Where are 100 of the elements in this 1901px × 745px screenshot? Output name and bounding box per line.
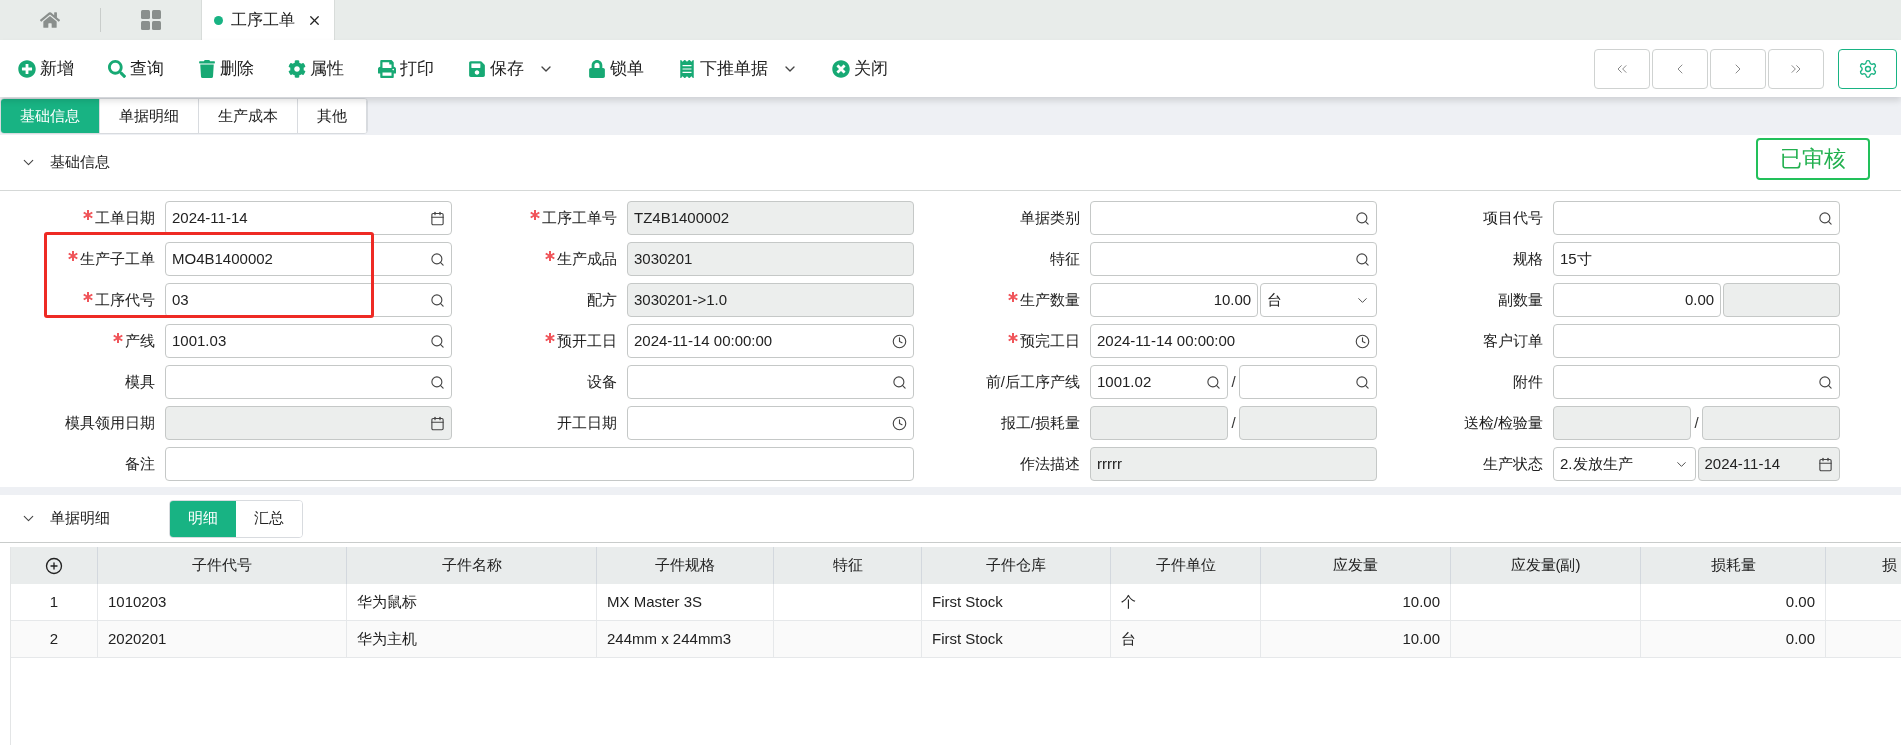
lookup-field[interactable]: 1001.03 xyxy=(165,324,452,358)
column-header: 特征 xyxy=(832,555,863,576)
lookup-field[interactable] xyxy=(627,365,914,399)
field-label: 工序工单号 xyxy=(542,207,617,228)
toolbar-button[interactable]: 下推单据 xyxy=(678,50,798,87)
select-field[interactable]: 2.发放生产 xyxy=(1553,447,1696,481)
toolbar-button[interactable]: 属性 xyxy=(288,50,344,87)
required-icon xyxy=(1008,333,1018,343)
next-button[interactable] xyxy=(1710,48,1766,89)
field-label: 生产子工单 xyxy=(80,248,155,269)
lookup-field[interactable]: 03 xyxy=(165,283,452,317)
field-label: 前/后工序产线 xyxy=(985,371,1080,392)
datetime-field[interactable] xyxy=(627,406,914,440)
clock-icon xyxy=(892,333,907,349)
search-icon xyxy=(1355,374,1370,390)
required-icon xyxy=(545,333,555,343)
lookup-field[interactable] xyxy=(1090,242,1377,276)
column-header: 子件单位 xyxy=(1155,555,1216,576)
printer-icon xyxy=(378,59,396,78)
number-field[interactable]: 10.00 xyxy=(1090,283,1259,317)
section-title: 单据明细 xyxy=(50,508,110,529)
tab[interactable]: 其他 xyxy=(298,99,367,133)
toolbar-button[interactable]: 查询 xyxy=(108,50,164,87)
field-label: 备注 xyxy=(125,453,155,474)
separator-text: / xyxy=(1230,412,1237,433)
tab[interactable]: 生产成本 xyxy=(199,99,298,133)
field-label: 作法描述 xyxy=(1020,453,1080,474)
document-icon xyxy=(678,59,696,78)
table-cell-text: 台 xyxy=(1121,628,1136,649)
lookup-field[interactable]: 1001.02 xyxy=(1090,365,1229,399)
field-label: 设备 xyxy=(587,371,617,392)
tab[interactable]: 单据明细 xyxy=(100,99,199,133)
table-cell-text: 华为鼠标 xyxy=(357,591,417,612)
close-icon xyxy=(832,59,850,78)
lookup-field[interactable] xyxy=(165,365,452,399)
field-label: 报工/损耗量 xyxy=(1000,412,1080,433)
search-icon xyxy=(430,333,445,349)
table-cell-text: 10.00 xyxy=(1402,628,1440,649)
required-icon xyxy=(530,210,540,220)
section-title: 基础信息 xyxy=(50,152,110,173)
number-field[interactable]: 0.00 xyxy=(1553,283,1722,317)
first-page-button[interactable] xyxy=(1594,48,1650,89)
field-label: 客户订单 xyxy=(1483,330,1543,351)
text-field[interactable] xyxy=(165,447,914,481)
text-field[interactable]: 15寸 xyxy=(1553,242,1840,276)
required-icon xyxy=(83,292,93,302)
field-label: 工序代号 xyxy=(95,289,155,310)
lookup-field[interactable] xyxy=(1553,201,1840,235)
column-header: 损耗量 xyxy=(1710,555,1756,576)
lookup-field[interactable] xyxy=(1090,201,1377,235)
calendar-icon xyxy=(1818,456,1833,472)
settings-icon xyxy=(1857,58,1878,79)
column-header: 子件代号 xyxy=(192,555,252,576)
field-label: 规格 xyxy=(1513,248,1543,269)
field-label: 预开工日 xyxy=(557,330,617,351)
settings-button[interactable] xyxy=(1838,48,1897,89)
clock-icon xyxy=(1355,333,1370,349)
lookup-field[interactable] xyxy=(1238,365,1377,399)
toolbar-button[interactable]: 关闭 xyxy=(832,50,888,87)
field-label: 工单日期 xyxy=(95,207,155,228)
column-header: 损 xyxy=(1882,555,1897,576)
search-icon xyxy=(108,59,126,78)
column-header: 子件规格 xyxy=(655,555,715,576)
field-label: 特征 xyxy=(1050,248,1080,269)
table-cell-text: 1010203 xyxy=(108,591,167,612)
field-label: 项目代号 xyxy=(1483,207,1543,228)
last-page-button[interactable] xyxy=(1768,48,1824,89)
datetime-field[interactable]: 2024-11-14 00:00:00 xyxy=(1090,324,1377,358)
add-row-icon[interactable] xyxy=(45,556,63,575)
search-icon xyxy=(1355,251,1370,267)
select-field[interactable]: 台 xyxy=(1260,283,1377,317)
datetime-field[interactable]: 2024-11-14 00:00:00 xyxy=(627,324,914,358)
search-icon xyxy=(1818,210,1833,226)
toolbar-button[interactable]: 锁单 xyxy=(588,50,644,87)
toolbar-button[interactable]: 删除 xyxy=(198,50,254,87)
toolbar-button[interactable]: 保存 xyxy=(468,50,554,87)
clock-icon xyxy=(892,415,907,431)
field-label: 单据类别 xyxy=(1020,207,1080,228)
table-cell-text: First Stock xyxy=(932,628,1003,649)
column-header: 子件仓库 xyxy=(986,555,1046,576)
required-icon xyxy=(113,333,123,343)
lookup-field[interactable]: MO4B1400002 xyxy=(165,242,452,276)
document-tab[interactable]: 工序工单 xyxy=(201,0,335,40)
date-field[interactable]: 2024-11-14 xyxy=(165,201,452,235)
lookup-field[interactable] xyxy=(1553,365,1840,399)
text-field[interactable] xyxy=(1553,324,1840,358)
calendar-icon xyxy=(430,210,445,226)
toolbar-button[interactable]: 打印 xyxy=(378,50,434,87)
field-label: 送检/检验量 xyxy=(1463,412,1543,433)
required-icon xyxy=(83,210,93,220)
search-icon xyxy=(430,292,445,308)
previous-button[interactable] xyxy=(1652,48,1708,89)
toolbar-button[interactable]: 新增 xyxy=(18,50,74,87)
table-cell-text: 0.00 xyxy=(1785,591,1815,612)
table-cell-text: First Stock xyxy=(932,591,1003,612)
field-label: 开工日期 xyxy=(557,412,617,433)
field-label: 副数量 xyxy=(1498,289,1543,310)
field-label: 生产成品 xyxy=(557,248,617,269)
row-number: 1 xyxy=(49,591,59,612)
table-cell-text: 华为主机 xyxy=(357,628,417,649)
